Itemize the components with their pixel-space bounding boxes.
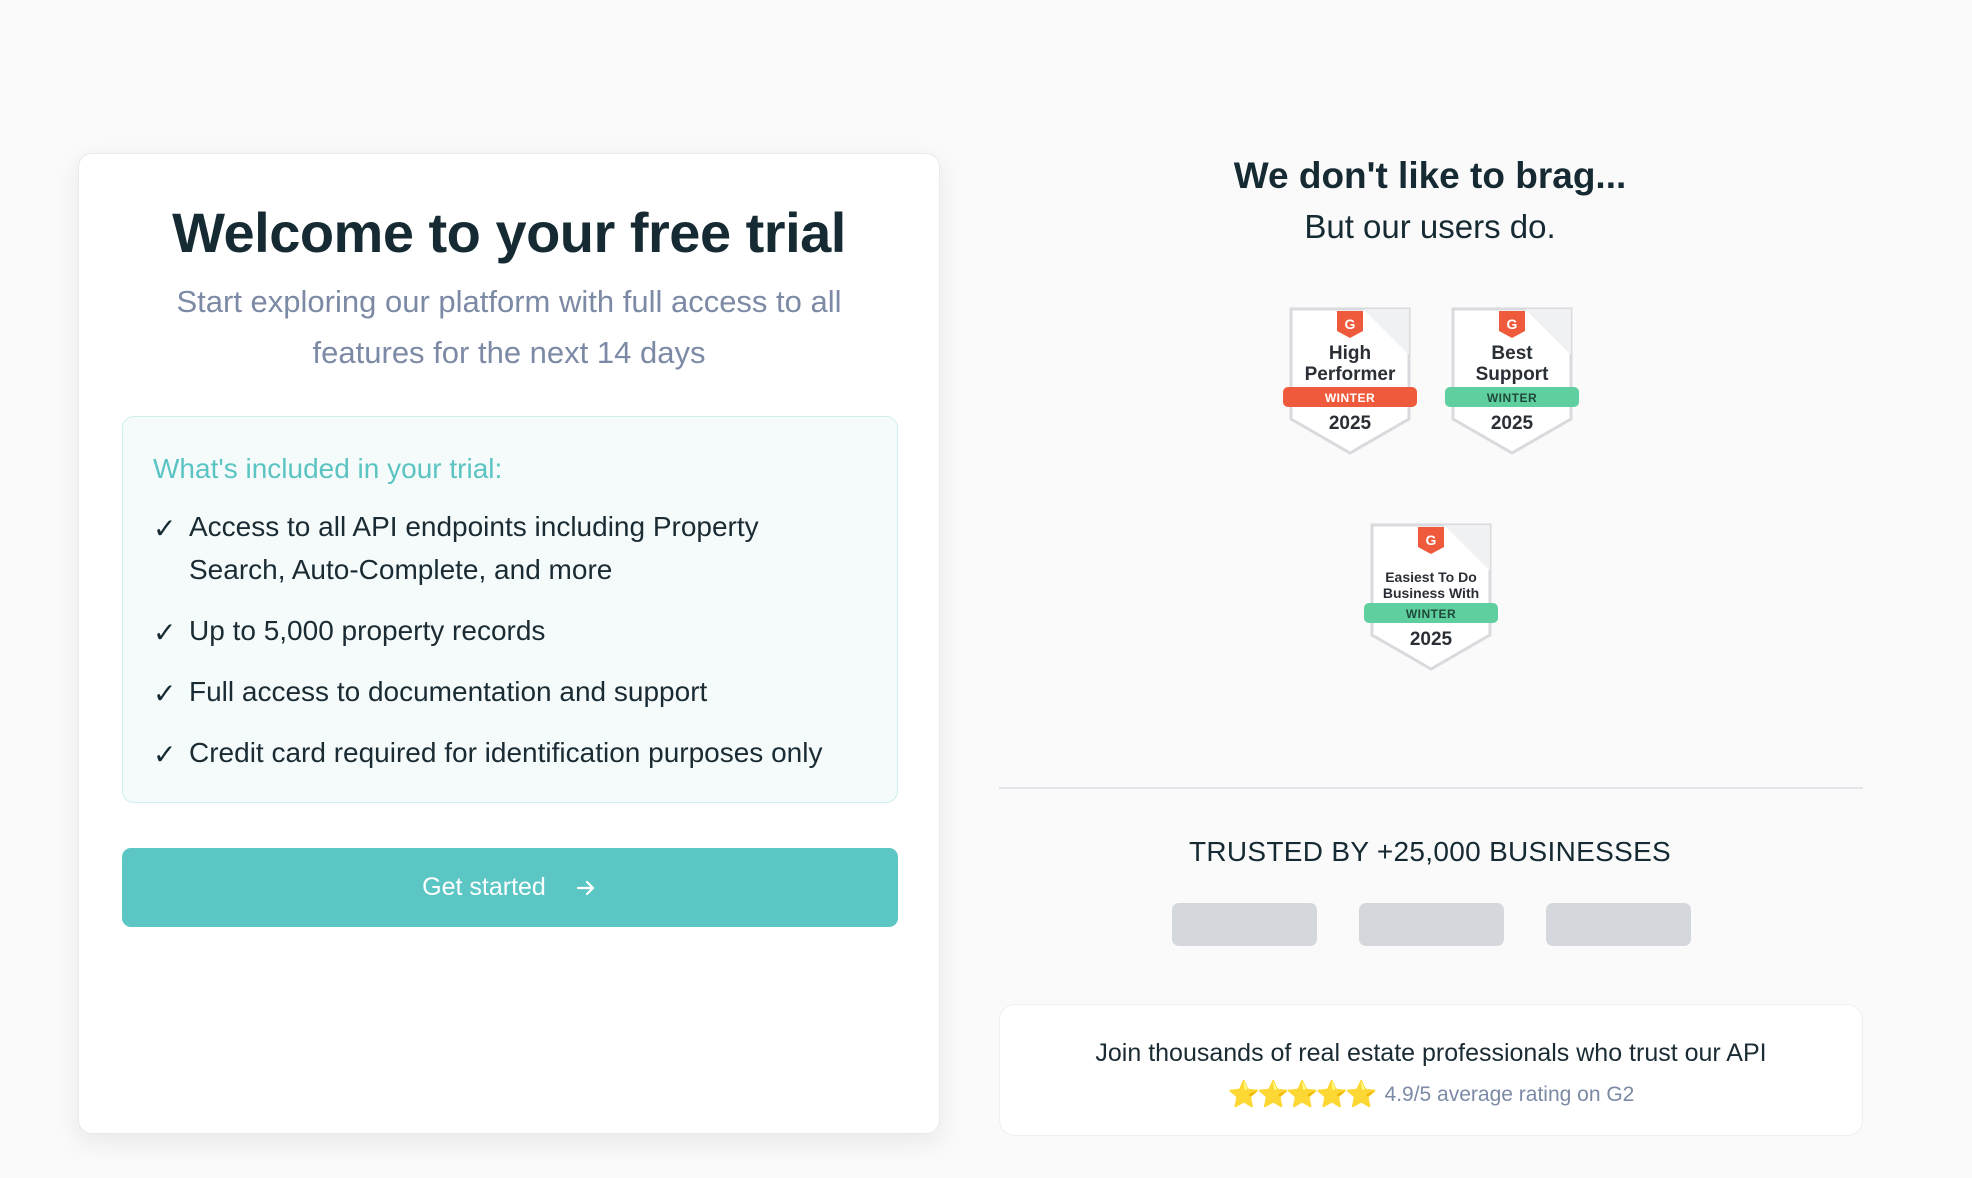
svg-text:G: G [1426, 532, 1437, 548]
g2-badge-easiest-to-do-business-with: G Easiest To Do Business With WINTER 202… [1364, 523, 1498, 671]
badge-season: WINTER [1324, 391, 1376, 405]
checkmark-icon: ✓ [153, 739, 177, 770]
trial-card: Welcome to your free trial Start explori… [78, 153, 940, 1134]
feature-text: Access to all API endpoints including Pr… [189, 511, 759, 585]
customer-logo-placeholder [1546, 903, 1691, 946]
arrow-right-icon [574, 876, 598, 900]
feature-item: ✓ Access to all API endpoints including … [153, 505, 833, 591]
brag-title: We don't like to brag... [1233, 155, 1627, 196]
included-heading: What's included in your trial: [153, 453, 503, 484]
badge-year: 2025 [1328, 413, 1372, 434]
trial-subtitle: Start exploring our platform with full a… [176, 284, 842, 370]
badge-line1: Best [1491, 343, 1533, 364]
brag-subtitle: But our users do. [1304, 208, 1556, 245]
trusted-heading: TRUSTED BY +25,000 BUSINESSES [1188, 836, 1672, 867]
rating-row: ⭐⭐⭐⭐⭐ 4.9/5 average rating on G2 [1000, 1079, 1862, 1110]
feature-text: Credit card required for identification … [189, 737, 823, 768]
badge-year: 2025 [1490, 413, 1534, 434]
badge-year: 2025 [1409, 629, 1453, 650]
badge-line1: Easiest To Do [1385, 569, 1477, 585]
customer-logo-placeholder [1359, 903, 1504, 946]
checkmark-icon: ✓ [153, 513, 177, 544]
page: Welcome to your free trial Start explori… [0, 0, 1972, 1178]
get-started-button[interactable]: Get started [122, 848, 898, 927]
g2-badge-high-performer: G High Performer WINTER 2025 [1283, 307, 1417, 455]
badge-season: WINTER [1405, 607, 1457, 621]
svg-text:G: G [1507, 316, 1518, 332]
rating-text: 4.9/5 average rating on G2 [1384, 1082, 1635, 1106]
badge-line1: High [1328, 343, 1372, 364]
customer-logo-placeholder [1172, 903, 1317, 946]
badge-line2: Performer [1304, 364, 1396, 385]
feature-item: ✓ Full access to documentation and suppo… [153, 670, 833, 713]
g2-badge-best-support: G Best Support WINTER 2025 [1445, 307, 1579, 455]
get-started-label: Get started [422, 873, 546, 901]
star-rating-icon: ⭐⭐⭐⭐⭐ [1227, 1079, 1378, 1109]
svg-text:G: G [1345, 316, 1356, 332]
feature-text: Full access to documentation and support [189, 676, 708, 707]
trial-title: Welcome to your free trial [172, 201, 846, 264]
checkmark-icon: ✓ [153, 617, 177, 648]
feature-list: ✓ Access to all API endpoints including … [153, 505, 833, 774]
feature-item: ✓ Up to 5,000 property records [153, 609, 833, 652]
included-features-box: What's included in your trial: ✓ Access … [122, 416, 898, 803]
feature-item: ✓ Credit card required for identificatio… [153, 731, 833, 774]
feature-text: Up to 5,000 property records [189, 615, 546, 646]
testimonial-card: Join thousands of real estate profession… [999, 1004, 1863, 1136]
section-divider [999, 787, 1863, 789]
badge-line2: Business With [1382, 585, 1480, 601]
badge-season: WINTER [1486, 391, 1538, 405]
badge-line2: Support [1475, 364, 1549, 385]
checkmark-icon: ✓ [153, 678, 177, 709]
join-text: Join thousands of real estate profession… [1095, 1039, 1767, 1067]
